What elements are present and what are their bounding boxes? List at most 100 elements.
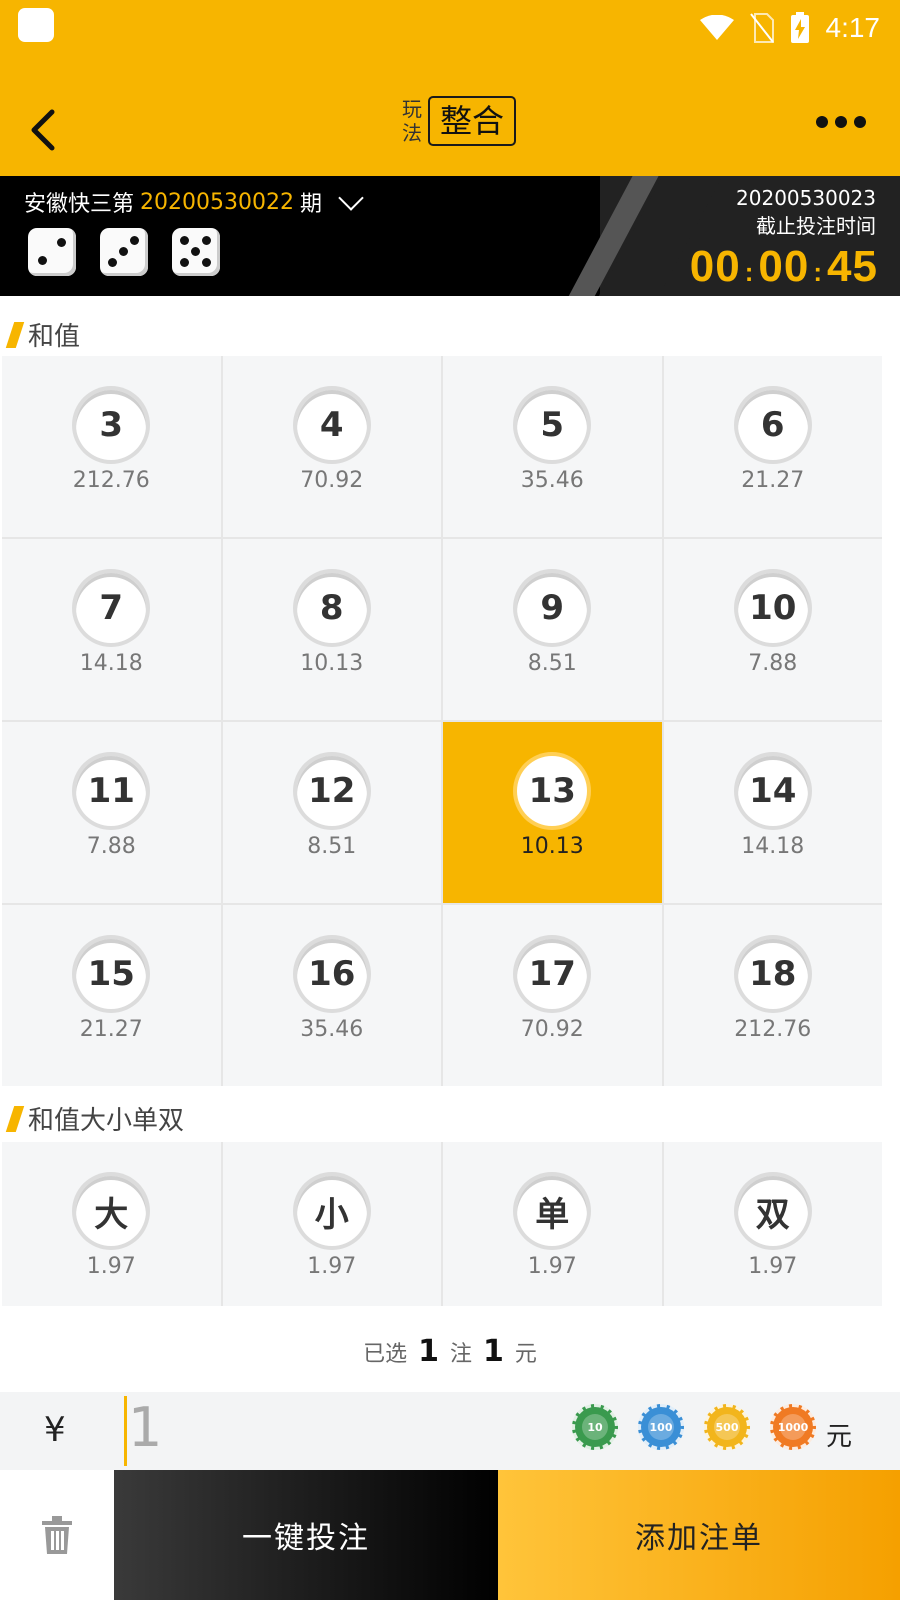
bet-option[interactable]: 5 35.46	[443, 356, 662, 537]
option-number: 7	[76, 573, 147, 643]
option-odds: 70.92	[300, 468, 364, 493]
battery-charging-icon	[790, 12, 809, 43]
option-number: 11	[76, 756, 147, 826]
bet-option[interactable]: 4 70.92	[222, 356, 441, 537]
bet-option[interactable]: 13 10.13	[443, 722, 662, 903]
chip-label: 10	[582, 1414, 608, 1440]
play-mode-selector[interactable]: 玩法 整合	[400, 96, 517, 146]
option-number: 17	[517, 939, 588, 1009]
more-menu-button[interactable]	[816, 114, 866, 130]
bet-option[interactable]: 10 7.88	[663, 539, 882, 720]
chip-10-icon[interactable]: 10	[572, 1404, 618, 1450]
option-odds: 7.88	[748, 651, 798, 676]
section-title-text: 和值	[28, 322, 81, 352]
chip-100-icon[interactable]: 100	[638, 1404, 684, 1450]
chevron-left-icon	[31, 109, 55, 151]
section-title-text: 和值大小单双	[28, 1106, 185, 1136]
add-order-button[interactable]: 添加注单	[498, 1470, 900, 1600]
option-number: 13	[517, 756, 588, 826]
bet-option[interactable]: 8 10.13	[222, 539, 441, 720]
chip-label: 1000	[778, 1414, 808, 1440]
option-odds: 1.97	[748, 1254, 798, 1279]
summary-bet-count: 1	[418, 1334, 439, 1369]
input-cursor	[124, 1396, 127, 1466]
option-odds: 1.97	[86, 1254, 136, 1279]
clear-button[interactable]	[0, 1470, 114, 1600]
more-dot-icon	[854, 116, 866, 128]
option-odds: 14.18	[79, 651, 143, 676]
option-odds: 21.27	[79, 1017, 143, 1042]
app-notification-icon	[18, 8, 54, 42]
bet-option[interactable]: 大 1.97	[2, 1142, 221, 1306]
bet-option[interactable]: 14 14.18	[663, 722, 882, 903]
bet-option[interactable]: 16 35.46	[222, 905, 441, 1086]
bet-option[interactable]: 双 1.97	[663, 1142, 882, 1306]
option-number: 8	[296, 573, 367, 643]
chip-selector: 10 100 500 1000	[572, 1404, 816, 1450]
bet-option[interactable]: 18 212.76	[663, 905, 882, 1086]
bottom-action-bar: 一键投注 添加注单	[0, 1470, 900, 1600]
amount-input[interactable]: 1	[128, 1396, 162, 1460]
summary-prefix: 已选	[363, 1342, 408, 1367]
option-odds: 212.76	[72, 468, 150, 493]
amount-unit: 元	[825, 1422, 852, 1452]
option-odds: 1.97	[527, 1254, 577, 1279]
option-odds: 70.92	[520, 1017, 584, 1042]
bet-option[interactable]: 9 8.51	[443, 539, 662, 720]
option-odds: 8.51	[307, 834, 357, 859]
status-time: 4:17	[825, 12, 881, 43]
option-odds: 35.46	[520, 468, 584, 493]
countdown-minutes: 00	[758, 242, 810, 291]
play-label: 玩法	[402, 97, 422, 145]
bet-option[interactable]: 17 70.92	[443, 905, 662, 1086]
summary-bet-unit: 注	[449, 1342, 472, 1367]
option-odds: 7.88	[86, 834, 136, 859]
dice-result	[28, 228, 220, 276]
die-3-icon	[100, 228, 148, 276]
option-number: 10	[737, 573, 808, 643]
bet-option[interactable]: 15 21.27	[2, 905, 221, 1086]
chip-1000-icon[interactable]: 1000	[770, 1404, 816, 1450]
option-number: 16	[296, 939, 367, 1009]
lottery-name: 安徽快三第	[24, 192, 135, 217]
bet-option[interactable]: 单 1.97	[443, 1142, 662, 1306]
chip-500-icon[interactable]: 500	[704, 1404, 750, 1450]
issue-selector[interactable]: 安徽快三第 20200530022 期	[24, 185, 364, 218]
countdown-hours: 00	[689, 242, 741, 291]
play-mode-value: 整合	[428, 96, 517, 146]
issue-bar: 安徽快三第 20200530022 期 20200530023 截止投注时间 0…	[0, 176, 900, 296]
bet-option[interactable]: 12 8.51	[222, 722, 441, 903]
option-number: 单	[517, 1176, 588, 1246]
next-issue-number: 20200530023	[736, 186, 876, 210]
bet-option[interactable]: 小 1.97	[222, 1142, 441, 1306]
bsoe-grid: 大 1.97 小 1.97 单 1.97 双 1.97	[2, 1142, 882, 1306]
quick-bet-button[interactable]: 一键投注	[114, 1470, 498, 1600]
option-odds: 212.76	[734, 1017, 812, 1042]
top-header: 4:17 玩法 整合	[0, 0, 900, 176]
section-title-sum: 和值	[5, 316, 81, 353]
selection-summary: 已选 1 注 1 元	[0, 1334, 900, 1369]
bet-option[interactable]: 6 21.27	[663, 356, 882, 537]
die-2-icon	[28, 228, 76, 276]
chevron-down-icon	[338, 185, 364, 211]
option-odds: 1.97	[307, 1254, 357, 1279]
chip-label: 100	[648, 1414, 674, 1440]
currency-symbol: ¥	[44, 1410, 66, 1450]
issue-suffix: 期	[299, 192, 322, 217]
option-number: 9	[517, 573, 588, 643]
option-number: 5	[517, 390, 588, 460]
section-marker	[5, 321, 25, 348]
section-marker	[5, 1105, 25, 1132]
option-number: 12	[296, 756, 367, 826]
option-odds: 21.27	[741, 468, 805, 493]
bet-option[interactable]: 7 14.18	[2, 539, 221, 720]
chip-label: 500	[714, 1414, 740, 1440]
amount-bar: ¥ 1 10 100 500 1000 元	[0, 1392, 900, 1470]
back-button[interactable]	[28, 108, 68, 156]
trash-icon	[42, 1516, 72, 1554]
summary-amount: 1	[483, 1334, 504, 1369]
summary-amount-unit: 元	[514, 1342, 537, 1367]
bet-option[interactable]: 3 212.76	[2, 356, 221, 537]
option-odds: 14.18	[741, 834, 805, 859]
bet-option[interactable]: 11 7.88	[2, 722, 221, 903]
